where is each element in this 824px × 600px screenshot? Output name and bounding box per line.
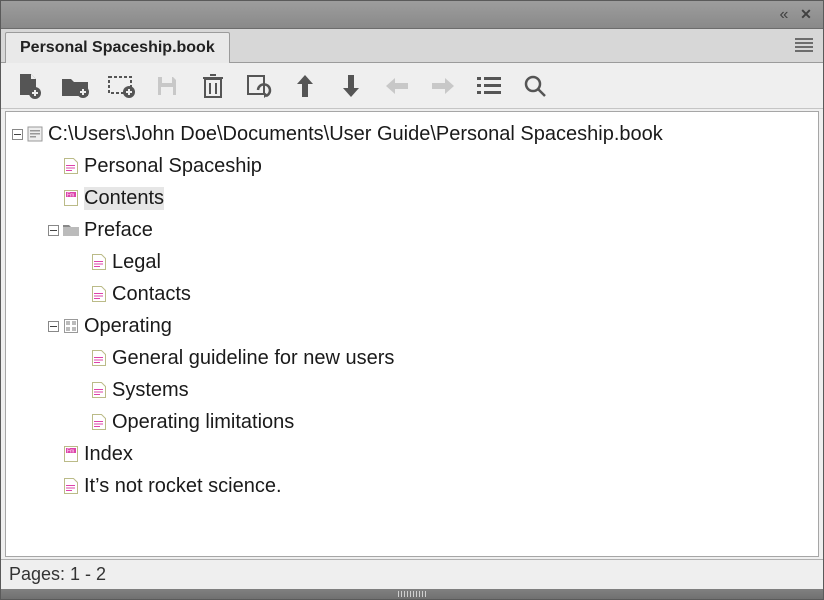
close-button[interactable]: ✕ <box>795 6 817 24</box>
tree-item[interactable]: Operating limitations <box>10 406 814 438</box>
tab-book[interactable]: Personal Spaceship.book <box>5 32 230 63</box>
move-down-button[interactable] <box>337 72 365 100</box>
new-file-button[interactable] <box>15 72 43 100</box>
back-button[interactable] <box>383 72 411 100</box>
tree-item-label: Personal Spaceship <box>84 155 262 178</box>
list-icon <box>477 76 501 96</box>
tree-item[interactable]: Operating <box>10 310 814 342</box>
doc-icon <box>62 157 80 175</box>
arrow-up-icon <box>295 73 315 99</box>
tree-item[interactable]: Legal <box>10 246 814 278</box>
doc-icon <box>90 285 108 303</box>
search-icon <box>523 74 547 98</box>
fm-icon: Fm <box>62 189 80 207</box>
tree-item[interactable]: Personal Spaceship <box>10 150 814 182</box>
arrow-left-icon <box>384 76 410 96</box>
new-file-icon <box>17 73 41 99</box>
titlebar: « ✕ <box>1 1 823 29</box>
group-icon <box>62 317 80 335</box>
tab-label: Personal Spaceship.book <box>20 39 215 56</box>
fm-icon: Fm <box>62 445 80 463</box>
tree-item-label: Operating <box>84 315 172 338</box>
tree-item-label: Legal <box>112 251 161 274</box>
menu-lines-icon <box>795 37 813 53</box>
delete-button[interactable] <box>199 72 227 100</box>
tree-item-label: Preface <box>84 219 153 242</box>
doc-icon <box>90 381 108 399</box>
status-bar: Pages: 1 - 2 <box>1 559 823 589</box>
tab-bar: Personal Spaceship.book <box>1 29 823 63</box>
collapse-toggle-icon[interactable] <box>46 223 60 237</box>
add-folder-button[interactable] <box>107 72 135 100</box>
refresh-icon <box>246 74 272 98</box>
resize-grip[interactable] <box>1 589 823 599</box>
trash-icon <box>202 73 224 99</box>
tree-item[interactable]: Systems <box>10 374 814 406</box>
status-text: Pages: 1 - 2 <box>9 564 106 585</box>
add-file-button[interactable] <box>61 72 89 100</box>
grip-icon <box>377 591 447 597</box>
book-icon <box>26 125 44 143</box>
collapse-toggle-icon[interactable] <box>46 319 60 333</box>
tree-item-label: General guideline for new users <box>112 347 394 370</box>
list-view-button[interactable] <box>475 72 503 100</box>
toolbar <box>1 63 823 109</box>
tree-root[interactable]: C:\Users\John Doe\Documents\User Guide\P… <box>10 118 814 150</box>
tree-item-label: Operating limitations <box>112 411 294 434</box>
arrow-down-icon <box>341 73 361 99</box>
collapse-toggle-icon[interactable] <box>10 127 24 141</box>
doc-icon <box>62 477 80 495</box>
tree-root-label: C:\Users\John Doe\Documents\User Guide\P… <box>48 123 663 146</box>
tree-item[interactable]: General guideline for new users <box>10 342 814 374</box>
panel-menu-button[interactable] <box>795 37 813 58</box>
search-button[interactable] <box>521 72 549 100</box>
folder-icon <box>62 221 80 239</box>
close-icon: ✕ <box>800 6 812 23</box>
tree-view[interactable]: C:\Users\John Doe\Documents\User Guide\P… <box>5 111 819 557</box>
collapse-button[interactable]: « <box>773 6 795 24</box>
tree-item[interactable]: Fm Index <box>10 438 814 470</box>
tree-item-label: Contents <box>84 187 164 210</box>
svg-text:Fm: Fm <box>67 193 74 199</box>
save-button[interactable] <box>153 72 181 100</box>
move-up-button[interactable] <box>291 72 319 100</box>
add-folder-icon <box>107 74 135 98</box>
book-panel: « ✕ Personal Spaceship.book <box>0 0 824 600</box>
tree-item-label: It’s not rocket science. <box>84 475 282 498</box>
add-file-icon <box>61 74 89 98</box>
forward-button[interactable] <box>429 72 457 100</box>
arrow-right-icon <box>430 76 456 96</box>
doc-icon <box>90 253 108 271</box>
tree-item-label: Contacts <box>112 283 191 306</box>
tree-item-label: Systems <box>112 379 189 402</box>
tree-item[interactable]: Fm Contents <box>10 182 814 214</box>
tree-item[interactable]: It’s not rocket science. <box>10 470 814 502</box>
tree-item-label: Index <box>84 443 133 466</box>
doc-icon <box>90 413 108 431</box>
tree-item[interactable]: Contacts <box>10 278 814 310</box>
refresh-button[interactable] <box>245 72 273 100</box>
tree-item[interactable]: Preface <box>10 214 814 246</box>
doc-icon <box>90 349 108 367</box>
chevron-double-left-icon: « <box>780 6 789 24</box>
save-icon <box>155 74 179 98</box>
svg-text:Fm: Fm <box>67 449 74 455</box>
